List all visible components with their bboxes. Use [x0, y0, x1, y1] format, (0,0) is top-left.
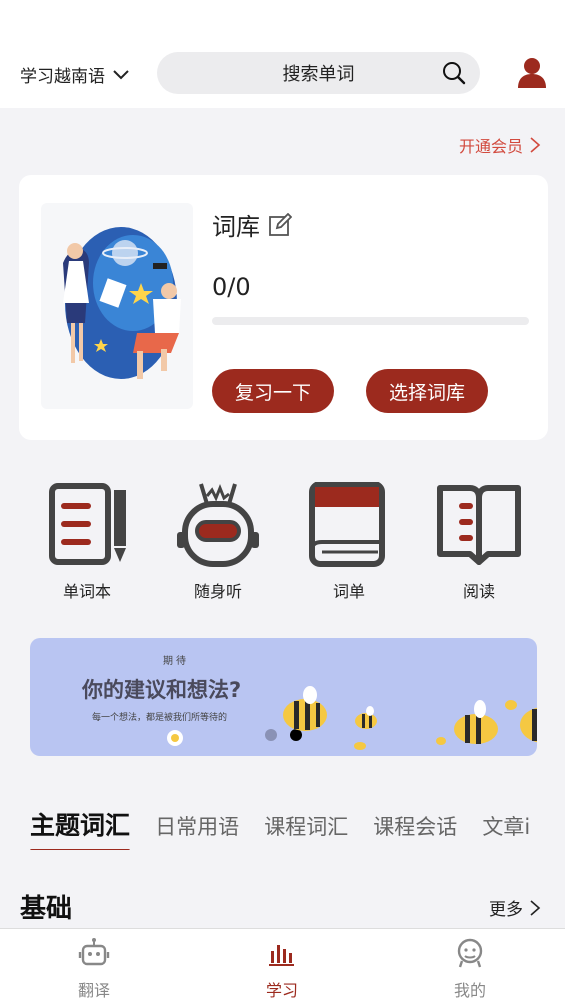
more-label: 更多: [489, 900, 523, 920]
user-icon[interactable]: [517, 56, 547, 88]
feature-label: 单词本: [62, 582, 111, 601]
search-bar[interactable]: 搜索单词: [157, 52, 480, 94]
flower-icon: [167, 730, 183, 746]
carousel-dot[interactable]: [265, 729, 277, 741]
card-title-row: 词库: [212, 207, 292, 242]
vip-label: 开通会员: [458, 137, 523, 156]
search-placeholder: 搜索单词: [282, 64, 355, 85]
search-icon[interactable]: [442, 61, 466, 85]
feature-wordlist[interactable]: 词单: [299, 481, 399, 602]
robot-icon: [78, 938, 110, 966]
tab-course-vocab[interactable]: 课程词汇: [264, 811, 348, 841]
bars-icon: [269, 945, 294, 966]
banner-headline: 你的建议和想法?: [82, 678, 242, 702]
feedback-banner[interactable]: 期待 你的建议和想法? 每一个想法，都是被我们所等待的: [30, 638, 537, 756]
section-title: 基础: [20, 894, 73, 924]
progress-bar: [212, 317, 529, 325]
nav-label: 我的: [453, 981, 486, 1000]
face-icon: [457, 938, 483, 968]
tab-daily-phrases[interactable]: 日常用语: [155, 811, 239, 841]
card-title: 词库: [212, 213, 260, 241]
chevron-down-icon: [113, 69, 129, 79]
chevron-right-icon: [530, 899, 541, 916]
chevron-right-icon: [530, 137, 541, 153]
banner-tag: 期待: [163, 656, 189, 667]
nav-mine[interactable]: 我的: [410, 937, 530, 1001]
tab-course-dialogue[interactable]: 课程会话: [373, 811, 457, 841]
review-button[interactable]: 复习一下: [212, 369, 334, 413]
tab-articles[interactable]: 文章i: [482, 811, 530, 841]
progress-count: 0/0: [212, 273, 251, 301]
feature-label: 词单: [332, 582, 365, 601]
nav-label: 翻译: [77, 981, 110, 1000]
study-illustration: [41, 203, 193, 409]
robot-radio-icon: [177, 483, 259, 567]
nav-translate[interactable]: 翻译: [34, 937, 154, 1001]
feature-notebook[interactable]: 单词本: [37, 482, 137, 602]
banner-subtitle: 每一个想法，都是被我们所等待的: [92, 713, 228, 723]
bees-illustration: [283, 686, 537, 750]
tab-topic-vocab[interactable]: 主题词汇: [30, 806, 131, 850]
choose-word-bank-button[interactable]: 选择词库: [366, 369, 488, 413]
category-tabs: 主题词汇 日常用语 课程词汇 课程会话 文章i: [30, 806, 540, 850]
vip-link[interactable]: 开通会员: [459, 133, 541, 157]
feature-grid: 单词本 随身听 词单 阅读: [0, 481, 565, 602]
header: 学习越南语 搜索单词: [0, 0, 565, 108]
feature-label: 阅读: [462, 582, 495, 601]
word-bank-card: 词库 0/0 复习一下 选择词库: [19, 175, 548, 440]
feature-label: 随身听: [193, 582, 242, 601]
nav-study[interactable]: 学习: [222, 937, 342, 1001]
more-link[interactable]: 更多: [489, 895, 541, 920]
notebook-icon: [49, 483, 126, 565]
open-book-icon: [437, 485, 521, 565]
bottom-nav: 翻译 学习 我的: [0, 928, 565, 1004]
nav-label: 学习: [265, 981, 298, 1000]
feature-reading[interactable]: 阅读: [429, 482, 529, 602]
feature-listen[interactable]: 随身听: [168, 482, 268, 602]
language-selector[interactable]: 学习越南语: [20, 62, 131, 87]
language-label: 学习越南语: [20, 67, 105, 87]
book-icon: [309, 481, 385, 567]
edit-icon[interactable]: [268, 212, 292, 237]
